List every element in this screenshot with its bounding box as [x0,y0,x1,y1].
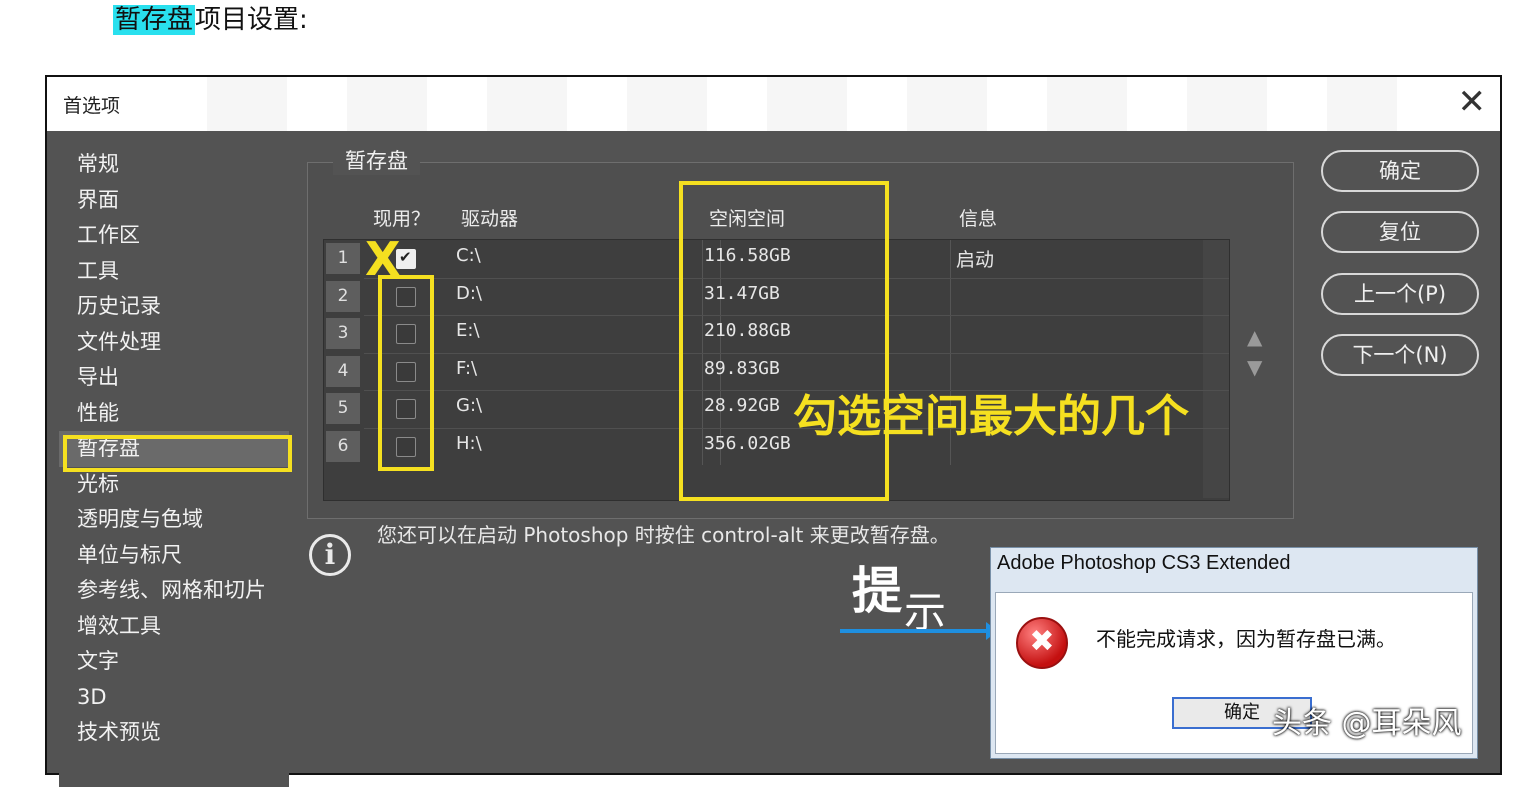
error-dialog-title: Adobe Photoshop CS3 Extended [997,552,1291,574]
drive-cell: C:\ [456,245,481,266]
close-icon[interactable]: ✕ [1458,83,1487,121]
error-icon: ✖ [1016,617,1068,669]
tip-annotation-a: 提 [852,562,902,620]
info-cell: 启动 [956,249,995,271]
row-number: 3 [326,318,360,349]
hint-text: 您还可以在启动 Photoshop 时按住 control-alt 来更改暂存盘… [377,523,950,547]
drive-cell: E:\ [456,320,480,341]
column-header-drive: 驱动器 [461,208,519,230]
sidebar-item[interactable]: 导出 [59,360,289,396]
heading-rest: 项目设置: [195,5,308,35]
reset-button[interactable]: 复位 [1321,211,1479,253]
sidebar-item[interactable]: 性能 [59,396,289,432]
drive-cell: F:\ [456,357,478,379]
error-message: 不能完成请求，因为暂存盘已满。 [1096,627,1396,651]
sidebar-item[interactable]: 文字 [59,644,289,680]
row-number: 5 [326,393,360,424]
sidebar-item[interactable]: 参考线、网格和切片 [59,573,289,609]
arrow-right-icon [840,622,998,640]
dialog-title: 首选项 [63,95,121,117]
next-button[interactable]: 下一个(N) [1321,334,1479,376]
row-number: 4 [326,355,360,387]
row-number: 2 [326,280,360,312]
sidebar-item[interactable]: 工具 [59,254,289,290]
move-down-icon[interactable]: ▼ [1247,352,1262,382]
watermark: 头条 @耳朵风 [1272,706,1462,741]
sidebar-selection-highlight-box [63,435,292,472]
sidebar-item[interactable]: 常规 [59,147,289,183]
group-title: 暂存盘 [333,145,420,175]
page-heading: 暂存盘项目设置: [113,0,308,46]
sidebar-item[interactable]: 透明度与色域 [59,502,289,538]
drive-cell: D:\ [456,282,482,304]
sidebar-item[interactable]: 单位与标尺 [59,538,289,574]
order-arrows: ▲ ▼ [1247,322,1262,382]
free-space-highlight-box [679,181,889,501]
sidebar-item[interactable]: 历史记录 [59,289,289,325]
heading-highlight: 暂存盘 [113,5,196,35]
info-icon: i [309,534,351,576]
drive-cell: H:\ [456,432,482,454]
x-mark-annotation: X [365,232,401,286]
pick-largest-annotation: 勾选空间最大的几个 [793,391,1189,442]
sidebar-item[interactable]: 工作区 [59,218,289,254]
checkbox-highlight-box [378,275,434,471]
sidebar-item[interactable]: 增效工具 [59,609,289,645]
sidebar-item[interactable]: 界面 [59,183,289,219]
sidebar-item[interactable]: 文件处理 [59,325,289,361]
ok-button[interactable]: 确定 [1321,150,1479,192]
drive-cell: G:\ [456,395,483,416]
column-header-info: 信息 [959,208,998,230]
sidebar-item[interactable]: 3D [59,680,289,716]
row-number: 6 [326,430,360,462]
sidebar-item[interactable]: 技术预览 [59,715,289,751]
dialog-titlebar: 首选项 ✕ [47,77,1500,131]
move-up-icon[interactable]: ▲ [1247,322,1262,352]
preferences-dialog: 首选项 ✕ 常规 界面 工作区 工具 历史记录 文件处理 导出 性能 暂存盘 光标 透明度与色域 单位… [45,75,1502,787]
column-header-active: 现用？ [373,208,431,230]
titlebar-smudge [147,77,1397,131]
prev-button[interactable]: 上一个(P) [1321,273,1479,315]
row-number: 1 [326,243,360,274]
